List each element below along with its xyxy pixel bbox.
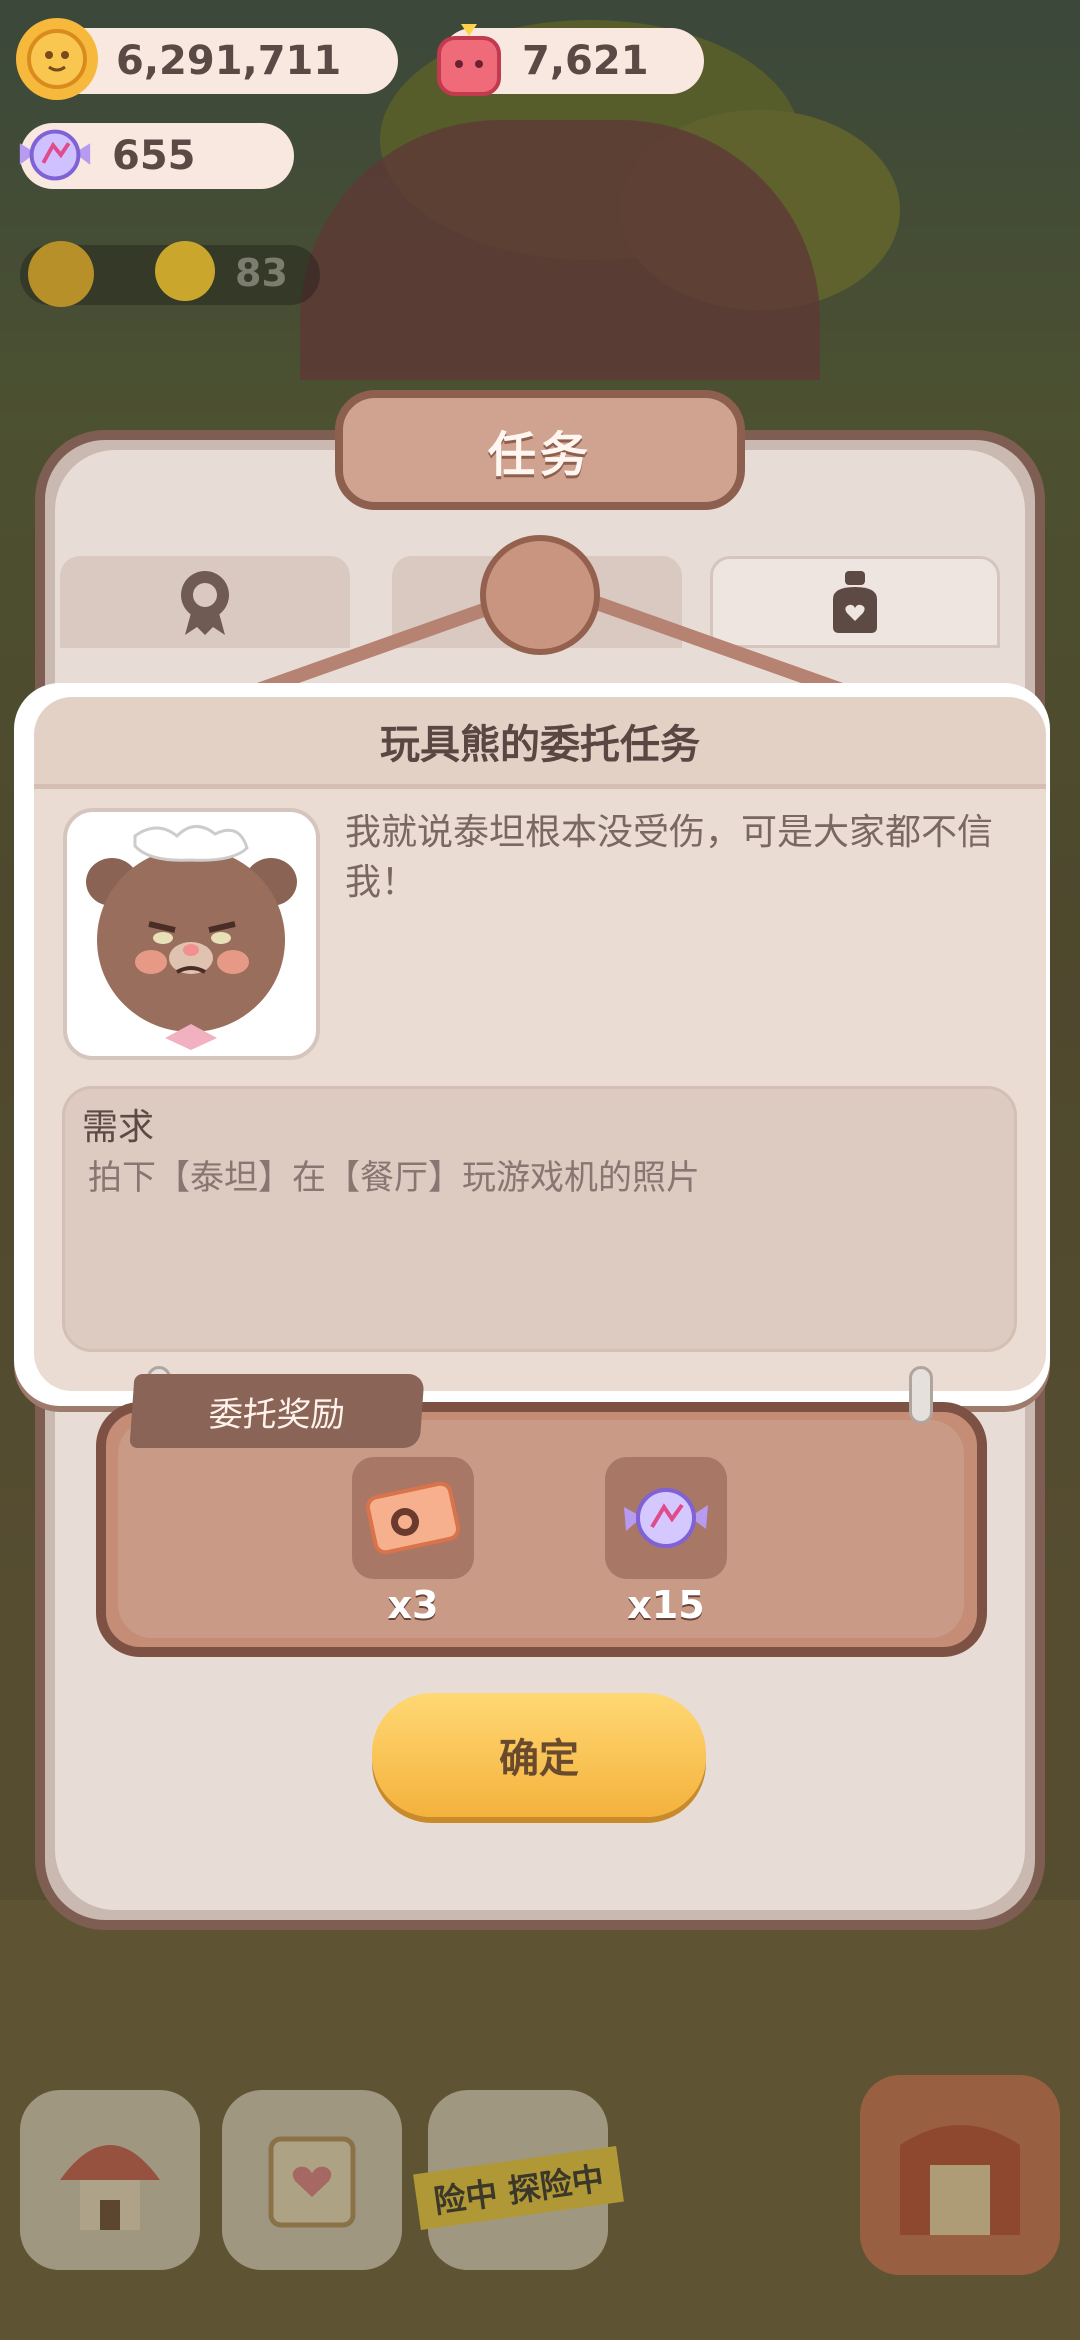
jelly-icon [428, 18, 510, 100]
candy-icon [14, 114, 96, 196]
candy-icon [624, 1488, 708, 1548]
confirm-button[interactable]: 确定 [372, 1693, 706, 1817]
reward-tag: 委托奖励 [129, 1374, 425, 1448]
bear-quote: 我就说泰坦根本没受伤，可是大家都不信我！ [345, 812, 994, 903]
confirm-label: 确定 [499, 1737, 579, 1781]
window-title-plate: 任务 [335, 390, 745, 510]
ticket-icon [365, 1481, 461, 1555]
reward-qty-ticket: x3 [387, 1583, 439, 1627]
nav-notebook[interactable] [222, 2090, 402, 2270]
reward-qty-candy: x15 [627, 1583, 705, 1627]
energy-pill: 83 [20, 241, 320, 307]
adventure-banner: 险中 探险中 [413, 2146, 624, 2230]
teddy-bear-icon [86, 825, 297, 1050]
notebook-icon [268, 2136, 356, 2228]
requirement-label: 需求 [82, 1107, 155, 1148]
hanger-pin [909, 1366, 933, 1424]
coin-amount: 6,291,711 [116, 38, 342, 84]
chick-icon [155, 241, 215, 301]
energy-count: 83 [235, 251, 288, 295]
coin-icon [16, 18, 98, 100]
gem-amount: 7,621 [522, 38, 649, 84]
dialog-header: 玩具熊的委托任务 [34, 697, 1046, 789]
adventure-banner-text: 险中 探险中 [431, 2159, 607, 2221]
reward-item-ticket[interactable] [352, 1457, 474, 1579]
nav-mushroom-house[interactable] [20, 2090, 200, 2270]
nav-adventure[interactable]: 险中 探险中 [413, 2090, 624, 2270]
theater-icon [900, 2125, 1020, 2235]
requirement-text: 拍下【泰坦】在【餐厅】玩游戏机的照片 [88, 1158, 700, 1198]
reward-panel-inner [118, 1420, 964, 1638]
nav-theater[interactable] [860, 2075, 1060, 2275]
teddy-bear-portrait [63, 808, 320, 1060]
reward-item-candy[interactable] [605, 1457, 727, 1579]
candy-amount: 655 [112, 133, 196, 179]
mushroom-house-icon [60, 2145, 160, 2230]
window-title: 任务 [487, 427, 592, 483]
rope-knob [480, 535, 600, 655]
reward-label: 委托奖励 [207, 1394, 347, 1435]
requirement-box [62, 1086, 1017, 1352]
sun-icon [28, 241, 94, 307]
dialog-title: 玩具熊的委托任务 [380, 721, 700, 768]
